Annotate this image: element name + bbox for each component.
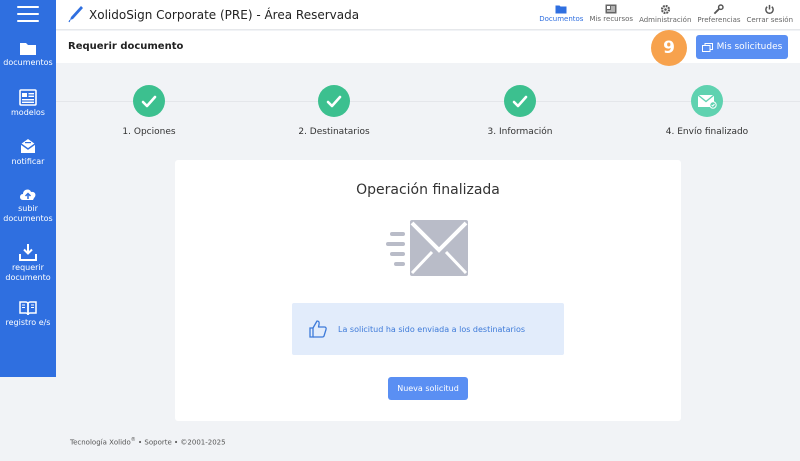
topnav-label: Preferencias <box>697 16 741 24</box>
step-2: 2. Destinatarios <box>274 85 394 137</box>
top-nav: Documentos Mis recursos Administración P… <box>536 3 796 29</box>
mail-sent-icon <box>697 93 717 109</box>
check-icon <box>141 95 157 107</box>
step-4: 4. Envío finalizado <box>647 85 767 137</box>
topnav-mis-recursos[interactable]: Mis recursos <box>586 3 636 29</box>
my-requests-button[interactable]: Mis solicitudes <box>696 35 788 59</box>
footer-reg: ® <box>130 437 136 443</box>
sidebar-item-label: registro e/s <box>5 318 51 327</box>
folder-icon <box>555 5 567 14</box>
step-label: 1. Opciones <box>122 127 176 137</box>
download-tray-icon <box>19 244 37 261</box>
notify-icon <box>20 139 36 153</box>
success-message-box: La solicitud ha sido enviada a los desti… <box>292 303 564 355</box>
step-badge: 9 <box>651 30 687 66</box>
topnav-label: Documentos <box>539 15 584 23</box>
topnav-cerrar-sesion[interactable]: Cerrar sesión <box>744 3 796 29</box>
top-bar: XolidoSign Corporate (PRE) - Área Reserv… <box>56 0 800 30</box>
check-icon <box>326 95 342 107</box>
topnav-preferencias[interactable]: Preferencias <box>694 3 743 29</box>
topnav-label: Administración <box>639 16 692 24</box>
my-requests-label: Mis solicitudes <box>716 42 783 52</box>
sidebar-item-documentos[interactable]: documentos <box>0 40 56 68</box>
sidebar-item-modelos[interactable]: modelos <box>0 89 56 118</box>
folder-icon <box>20 43 36 55</box>
footer-separator: • <box>174 438 179 447</box>
step-3: 3. Información <box>460 85 580 137</box>
thumbs-up-icon <box>309 320 327 338</box>
template-icon <box>19 89 37 106</box>
step-check-circle <box>133 85 165 117</box>
step-check-circle <box>318 85 350 117</box>
step-label: 2. Destinatarios <box>298 127 370 137</box>
footer-support-link[interactable]: Soporte <box>144 438 171 446</box>
envelope-sent-icon <box>386 220 468 276</box>
app-title: XolidoSign Corporate (PRE) - Área Reserv… <box>89 8 360 22</box>
sidebar-item-subir-documentos[interactable]: subir documentos <box>0 186 56 224</box>
sidebar: documentos modelos notificar subir docum… <box>0 0 56 377</box>
sidebar-item-notificar[interactable]: notificar <box>0 137 56 167</box>
page-title: Requerir documento <box>68 41 184 52</box>
sidebar-item-label: requerir documento <box>5 263 51 282</box>
topnav-label: Cerrar sesión <box>746 16 793 24</box>
topnav-documentos[interactable]: Documentos <box>536 3 586 29</box>
sub-header: Requerir documento <box>56 31 800 63</box>
footer-copyright: ©2001-2025 <box>180 438 226 447</box>
gear-icon <box>660 4 670 15</box>
result-card: Operación finalizada La solicitud ha sid… <box>175 160 681 421</box>
upload-cloud-icon <box>20 189 36 200</box>
pen-logo-icon <box>68 6 83 23</box>
sidebar-item-label: documentos <box>3 58 53 67</box>
sidebar-item-label: subir documentos <box>3 204 53 223</box>
id-card-icon <box>605 4 617 14</box>
topnav-administracion[interactable]: Administración <box>636 3 694 29</box>
menu-toggle-icon[interactable] <box>17 6 39 24</box>
windows-icon <box>701 42 713 52</box>
footer-separator: • <box>138 438 143 447</box>
step-label: 4. Envío finalizado <box>665 127 749 137</box>
topnav-label: Mis recursos <box>589 15 634 23</box>
footer-brand: Tecnología Xolido <box>70 438 131 447</box>
success-message: La solicitud ha sido enviada a los desti… <box>338 324 526 334</box>
step-check-circle <box>504 85 536 117</box>
sidebar-item-label: modelos <box>11 108 45 117</box>
wrench-icon <box>714 4 725 15</box>
book-icon <box>19 301 37 316</box>
new-request-button[interactable]: Nueva solicitud <box>388 377 468 400</box>
step-mail-circle <box>691 85 723 117</box>
power-icon <box>765 4 775 14</box>
footer: Tecnología Xolido® • Soporte • ©2001-202… <box>70 437 226 446</box>
sidebar-item-requerir-documento[interactable]: requerir documento <box>0 243 56 283</box>
step-1: 1. Opciones <box>89 85 209 137</box>
sidebar-item-registro[interactable]: registro e/s <box>0 300 56 328</box>
card-title: Operación finalizada <box>356 182 500 198</box>
sidebar-item-label: notificar <box>11 157 45 166</box>
step-label: 3. Información <box>487 127 553 137</box>
check-icon <box>512 95 528 107</box>
